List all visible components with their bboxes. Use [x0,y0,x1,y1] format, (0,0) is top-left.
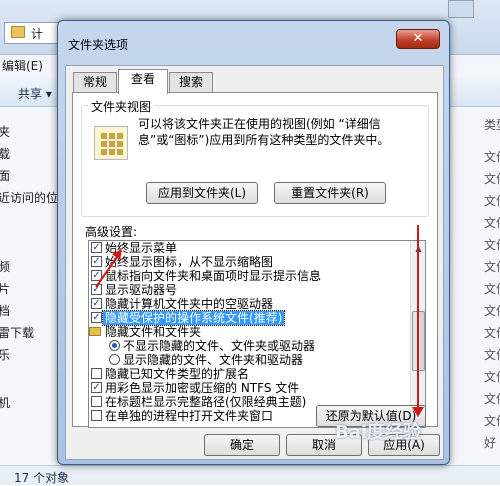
setting-label: 隐藏计算机文件夹中的空驱动器 [105,297,274,311]
setting-row[interactable]: 显示隐藏的文件、文件夹和驱动器 [89,353,409,367]
folder-view-description: 可以将该文件夹正在使用的视图(例如 “详细信息”或“图标”)应用到所有这种类型的… [138,117,390,147]
setting-row[interactable]: ✓ 鼠标指向文件夹和桌面项时显示提示信息 [89,269,409,283]
nav-item[interactable]: 档 [0,302,10,319]
advanced-settings-label: 高级设置: [85,225,138,239]
file-type-cell: 文件 [484,370,500,384]
minimize-button[interactable] [448,0,474,18]
setting-label: 在单独的进程中打开文件夹窗口 [105,409,274,423]
file-type-column: 类型 文件 文件 文件 文件 文件 文件 文件 文件 文件 文件 文件 文件 文… [480,108,500,453]
setting-label: 始终显示图标，从不显示缩略图 [105,255,274,269]
radio-button[interactable] [109,340,120,351]
setting-row[interactable]: 不显示隐藏的文件、文件夹或驱动器 [89,339,409,353]
view-tab-page: 文件夹视图 可以将该文件夹正在使用的视图(例如 “详细信息”或“图标”)应用到所… [72,92,438,428]
setting-label: 显示驱动器号 [105,283,178,297]
setting-row[interactable]: ✓ 隐藏计算机文件夹中的空驱动器 [89,297,409,311]
setting-row[interactable]: ✓ 显示驱动器号 [89,283,409,297]
tab-general[interactable]: 常规 [73,72,117,93]
nav-item[interactable]: 夹 [0,123,10,140]
column-header-type[interactable]: 类型 [484,116,500,133]
status-bar: 17 个对象 [0,465,500,485]
file-type-cell: 文件 [484,282,500,296]
tab-view[interactable]: 查看 [118,69,168,94]
annotation-arrow-down [412,225,424,417]
checkbox[interactable]: ✓ [91,382,102,393]
setting-row-hide-protected-os-files[interactable]: ✓ 隐藏受保护的操作系统文件(推荐) [89,310,409,326]
file-type-cell: 文件 [484,194,500,208]
nav-item[interactable]: 雷下载 [0,324,34,341]
file-type-cell: 文件 [484,414,500,428]
dialog-body: 常规 查看 搜索 文件夹视图 可以将该文件夹正在使用的视图(例如 “详细信息”或… [65,65,444,460]
nav-item[interactable]: 面 [0,167,10,184]
dialog-title: 文件夹选项 [68,38,129,52]
setting-row[interactable]: ✓ 始终显示菜单 [89,241,409,255]
checkbox[interactable] [91,368,102,379]
nav-item[interactable]: 频 [0,258,10,275]
checkbox[interactable]: ✓ [91,298,102,309]
setting-row[interactable]: ✓ 始终显示图标，从不显示缩略图 [89,255,409,269]
watermark: Bai度经验 [335,422,422,443]
share-menu[interactable]: 共享 ▾ [18,85,52,102]
tab-search[interactable]: 搜索 [169,72,213,93]
file-type-cell: 文件 [484,260,500,274]
nav-item[interactable]: 乐 [0,346,10,363]
file-type-cell: 文件 [484,172,500,186]
computer-icon [11,26,25,38]
reset-folders-button[interactable]: 重置文件夹(R) [274,182,386,204]
folder-view-legend: 文件夹视图 [88,98,155,115]
file-type-cell: 文件 [484,392,500,406]
folder-options-dialog: 文件夹选项 ✕ 常规 查看 搜索 文件夹视图 可以将该文件夹正在使用的视图(例如… [57,20,450,465]
file-type-cell: 文件 [484,348,500,362]
setting-label: 用彩色显示加密或压缩的 NTFS 文件 [105,381,300,395]
nav-item[interactable]: 载 [0,145,10,162]
file-type-cell: 好 [484,436,497,450]
file-type-cell: 文件 [484,238,500,252]
folder-view-icon [94,126,128,160]
checkbox[interactable] [91,410,102,421]
file-type-cell: 文件 [484,150,500,164]
setting-label: 隐藏已知文件类型的扩展名 [105,367,250,381]
setting-label: 在标题栏显示完整路径(仅限经典主题) [105,395,307,409]
ok-button[interactable]: 确定 [204,434,280,456]
radio-button[interactable] [109,354,120,365]
address-bar[interactable]: 计 [4,22,64,44]
setting-label: 显示隐藏的文件、文件夹和驱动器 [123,353,304,367]
file-type-cell: 文件 [484,304,500,318]
nav-pane: 夹 载 面 近访问的位置 频 片 档 雷下载 乐 机 [0,108,70,453]
close-button[interactable]: ✕ [396,29,440,49]
setting-group-row: 隐藏文件和文件夹 [89,325,409,339]
folder-view-group: 文件夹视图 可以将该文件夹正在使用的视图(例如 “详细信息”或“图标”)应用到所… [81,98,429,217]
setting-label: 不显示隐藏的文件、文件夹或驱动器 [123,339,316,353]
setting-label: 隐藏受保护的操作系统文件(推荐) [101,310,286,326]
setting-group-label: 隐藏文件和文件夹 [105,325,202,339]
file-type-cell: 文件 [484,326,500,340]
nav-item[interactable]: 机 [0,394,10,411]
object-count: 17 个对象 [14,471,70,485]
setting-label: 鼠标指向文件夹和桌面项时显示提示信息 [105,269,322,283]
checkbox[interactable]: ✓ [91,312,102,323]
setting-row[interactable]: 隐藏已知文件类型的扩展名 [89,367,409,381]
setting-row[interactable]: ✓ 用彩色显示加密或压缩的 NTFS 文件 [89,381,409,395]
nav-item[interactable]: 片 [0,280,10,297]
checkbox[interactable] [91,396,102,407]
address-text: 计 [31,27,44,41]
folder-icon [89,327,101,336]
apply-to-folders-button[interactable]: 应用到文件夹(L) [146,182,258,204]
advanced-settings-list[interactable]: ✓ 始终显示菜单 ✓ 始终显示图标，从不显示缩略图 ✓ 鼠标指向文件夹和桌面项时… [88,240,426,428]
checkbox[interactable]: ✓ [91,242,102,253]
checkbox[interactable]: ✓ [91,256,102,267]
file-type-cell: 文件 [484,216,500,230]
